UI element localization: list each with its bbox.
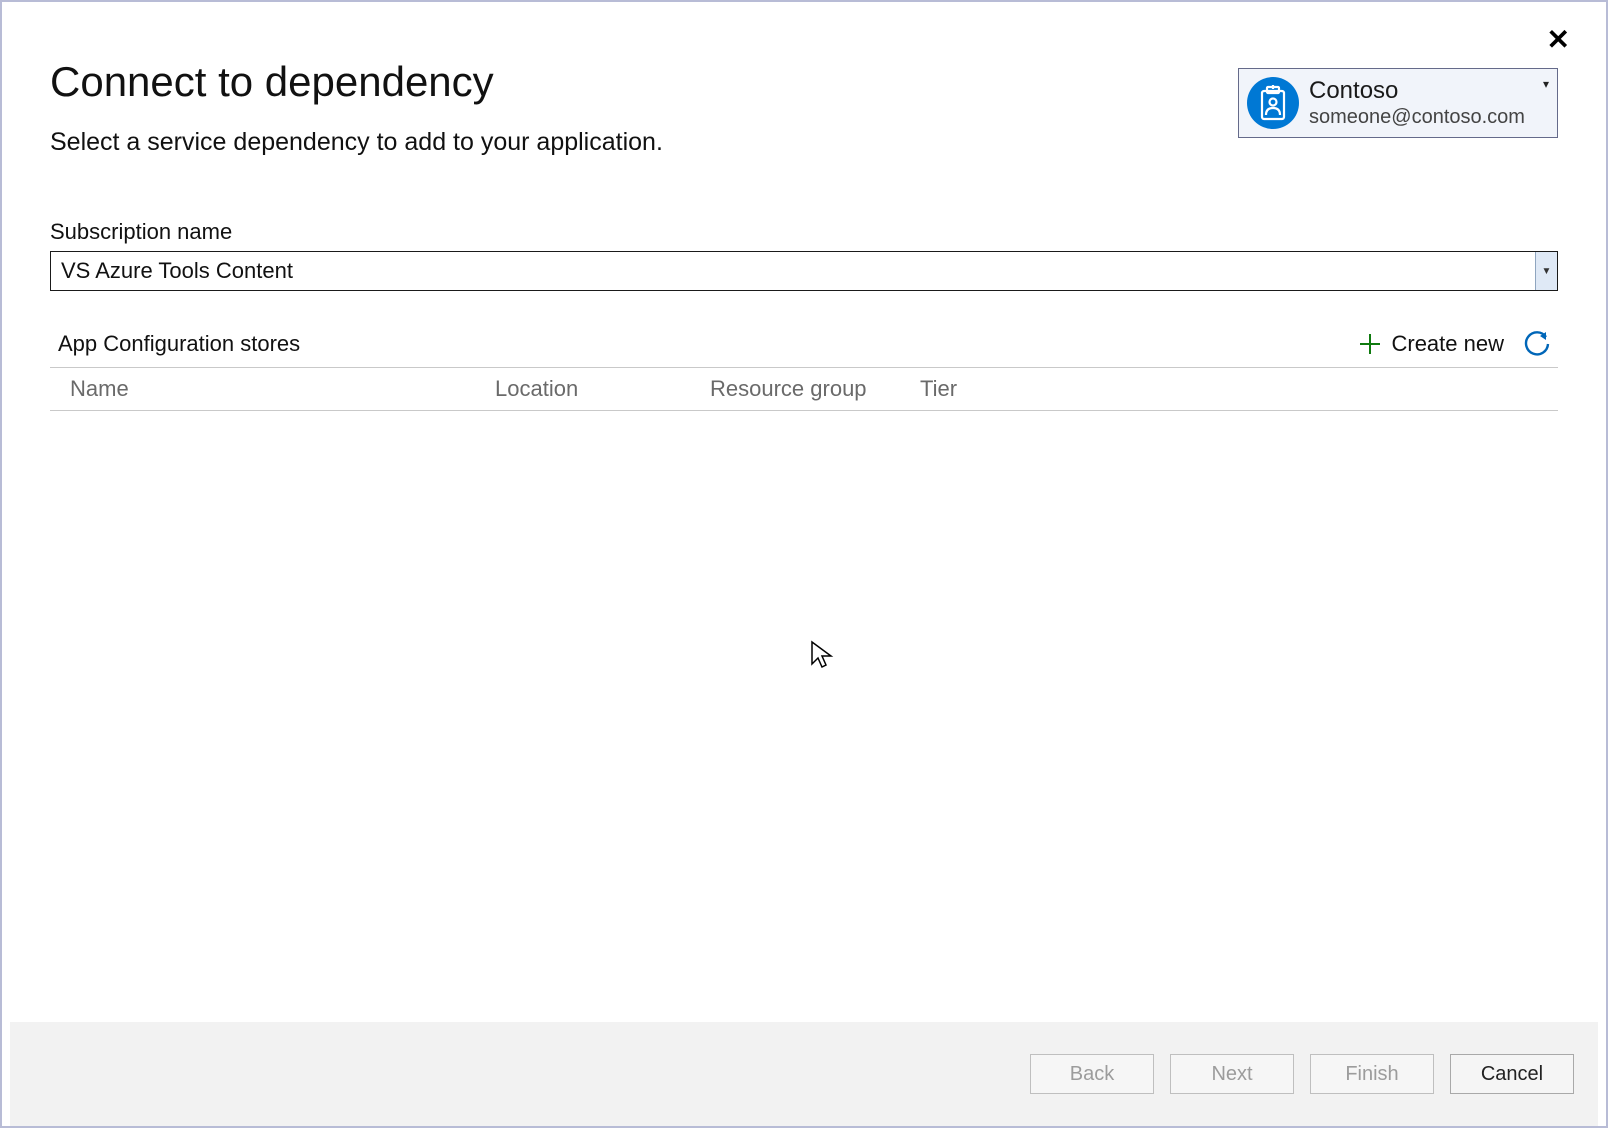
- column-resource-group: Resource group: [710, 376, 920, 402]
- close-button[interactable]: ✕: [1547, 26, 1570, 54]
- column-location: Location: [495, 376, 710, 402]
- account-text: Contoso someone@contoso.com: [1309, 77, 1543, 130]
- create-new-label: Create new: [1391, 331, 1504, 357]
- subscription-label: Subscription name: [50, 219, 1558, 245]
- create-new-button[interactable]: Create new: [1359, 331, 1504, 357]
- column-tier: Tier: [920, 376, 1538, 402]
- cursor-icon: [810, 640, 836, 670]
- finish-button[interactable]: Finish: [1310, 1054, 1434, 1094]
- plus-icon: [1359, 333, 1381, 355]
- chevron-down-icon: ▼: [1535, 252, 1557, 290]
- stores-title: App Configuration stores: [58, 331, 1359, 357]
- column-name: Name: [70, 376, 495, 402]
- refresh-button[interactable]: [1524, 331, 1550, 357]
- cancel-button[interactable]: Cancel: [1450, 1054, 1574, 1094]
- table-header: Name Location Resource group Tier: [50, 368, 1558, 411]
- chevron-down-icon: ▾: [1543, 77, 1549, 91]
- footer: Back Next Finish Cancel: [10, 1022, 1598, 1126]
- subscription-select[interactable]: VS Azure Tools Content ▼: [50, 251, 1558, 291]
- subscription-value: VS Azure Tools Content: [51, 252, 1535, 290]
- account-badge-icon: [1247, 77, 1299, 129]
- close-icon: ✕: [1547, 24, 1570, 55]
- next-button[interactable]: Next: [1170, 1054, 1294, 1094]
- refresh-icon: [1524, 331, 1550, 357]
- account-selector[interactable]: Contoso someone@contoso.com ▾: [1238, 68, 1558, 138]
- account-name: Contoso: [1309, 77, 1543, 106]
- back-button[interactable]: Back: [1030, 1054, 1154, 1094]
- account-email: someone@contoso.com: [1309, 105, 1543, 129]
